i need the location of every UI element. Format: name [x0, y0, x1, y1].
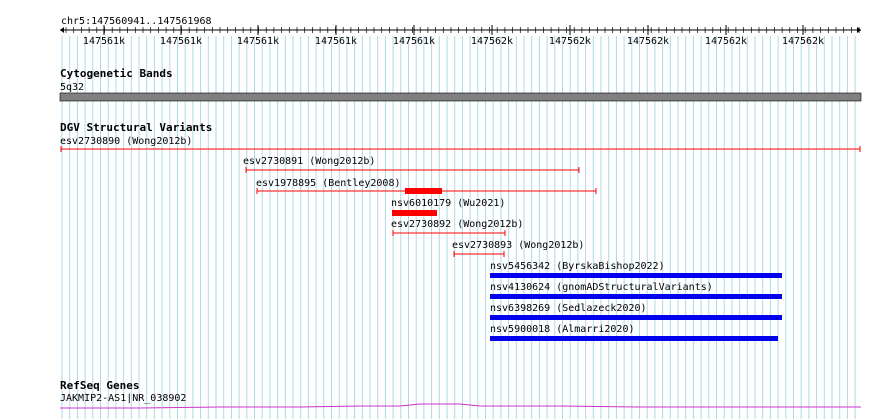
ruler-tick-label: 147562k — [782, 36, 824, 47]
ruler-tick-label: 147561k — [83, 36, 125, 47]
ruler-tick-label: 147562k — [705, 36, 747, 47]
sv-feature[interactable] — [490, 273, 782, 278]
ruler-tick-label: 147561k — [160, 36, 202, 47]
feature-label: esv2730893 (Wong2012b) — [452, 240, 584, 251]
feature-label: esv2730892 (Wong2012b) — [391, 219, 523, 230]
ruler-tick-label: 147561k — [393, 36, 435, 47]
gene-label: JAKMIP2-AS1|NR_038902 — [60, 393, 186, 404]
feature-label: esv2730891 (Wong2012b) — [243, 156, 375, 167]
sv-feature[interactable] — [490, 315, 782, 320]
dgv-track-title: DGV Structural Variants — [60, 121, 212, 134]
refseq-track-title: RefSeq Genes — [60, 379, 139, 392]
ruler-tick-label: 147561k — [315, 36, 357, 47]
feature-label: nsv6398269 (Sedlazeck2020) — [490, 303, 647, 314]
cytoband-label: 5q32 — [60, 82, 84, 93]
cytoband-track-title: Cytogenetic Bands — [60, 67, 173, 80]
genome-browser: chr5:147560941..147561968 147561k 147561k… — [0, 0, 890, 419]
feature-label: nsv5900018 (Almarri2020) — [490, 324, 635, 335]
feature-label: esv2730890 (Wong2012b) — [60, 136, 192, 147]
sv-feature[interactable] — [392, 210, 437, 216]
feature-label: esv1978895 (Bentley2008) — [256, 178, 401, 189]
sv-feature[interactable] — [405, 188, 442, 194]
ruler-range-label: chr5:147560941..147561968 — [61, 16, 212, 27]
gene-feature[interactable] — [60, 403, 861, 409]
left-arrow-icon[interactable] — [60, 27, 64, 33]
feature-label: nsv5456342 (ByrskaBishop2022) — [490, 261, 665, 272]
feature-label: nsv6010179 (Wu2021) — [391, 198, 505, 209]
ruler-tick-label: 147562k — [471, 36, 513, 47]
feature-label: nsv4130624 (gnomADStructuralVariants) — [490, 282, 713, 293]
ruler: 147561k 147561k 147561k 147561k 147561k 14756… — [60, 25, 861, 47]
sv-feature[interactable] — [490, 294, 782, 299]
cytoband-bar[interactable] — [59, 92, 862, 102]
sv-feature[interactable] — [490, 336, 778, 341]
ruler-tick-label: 147562k — [549, 36, 591, 47]
ruler-tick-label: 147561k — [237, 36, 279, 47]
browser-canvas: chr5:147560941..147561968 147561k 147561k… — [59, 16, 862, 419]
ruler-tick-label: 147562k — [627, 36, 669, 47]
